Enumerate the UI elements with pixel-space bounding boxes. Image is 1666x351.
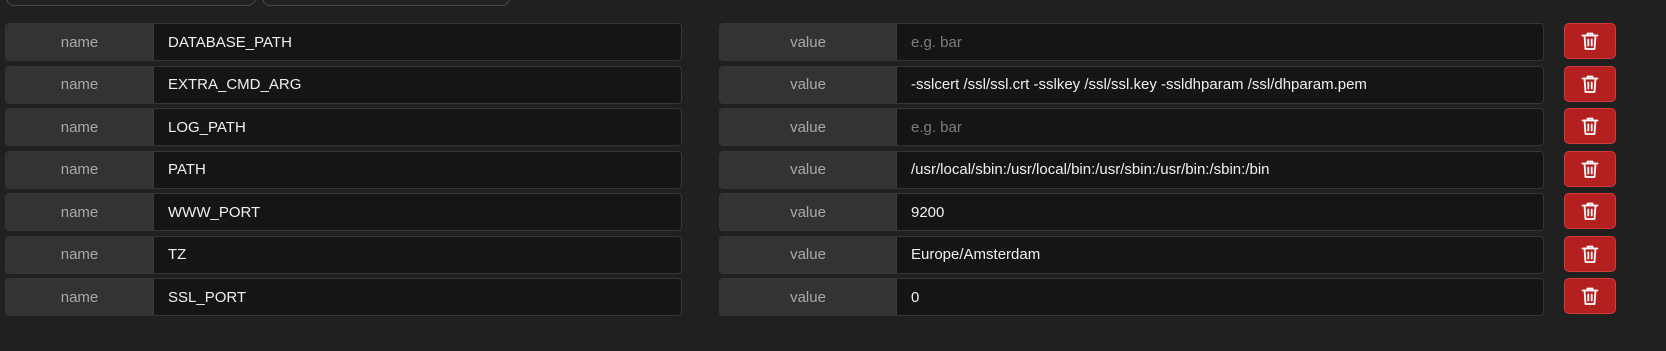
env-variable-row: name value	[5, 193, 1621, 231]
env-variable-row: name value	[5, 278, 1621, 316]
name-addon-label: name	[6, 236, 154, 273]
env-variable-list: name value name value	[5, 23, 1621, 321]
value-addon-label: value	[720, 236, 897, 273]
value-addon-label: value	[720, 109, 897, 145]
value-input[interactable]	[897, 109, 1543, 145]
name-input[interactable]	[154, 194, 681, 230]
value-input[interactable]	[897, 279, 1543, 315]
name-field-group: name	[5, 193, 682, 231]
value-input[interactable]	[897, 194, 1543, 230]
value-input[interactable]	[897, 236, 1543, 273]
delete-button[interactable]	[1564, 278, 1616, 314]
env-variable-row: name value	[5, 150, 1621, 189]
value-input[interactable]	[897, 66, 1543, 103]
value-field-group: value	[719, 23, 1544, 61]
trash-icon	[1581, 116, 1599, 136]
name-input[interactable]	[154, 109, 681, 145]
value-input[interactable]	[897, 24, 1543, 60]
trash-icon	[1581, 201, 1599, 221]
delete-button[interactable]	[1564, 193, 1616, 229]
name-addon-label: name	[6, 279, 154, 315]
name-input[interactable]	[154, 236, 681, 273]
name-field-group: name	[5, 278, 682, 316]
delete-button[interactable]	[1564, 108, 1616, 144]
env-variable-row: name value	[5, 65, 1621, 104]
value-addon-label: value	[720, 194, 897, 230]
value-field-group: value	[719, 65, 1544, 104]
name-addon-label: name	[6, 24, 154, 60]
value-field-group: value	[719, 150, 1544, 189]
name-field-group: name	[5, 23, 682, 61]
delete-button[interactable]	[1564, 65, 1616, 102]
top-button-right[interactable]	[262, 0, 510, 6]
name-addon-label: name	[6, 151, 154, 188]
trash-icon	[1581, 244, 1599, 264]
env-variable-row: name value	[5, 23, 1621, 61]
trash-icon	[1581, 74, 1599, 94]
value-addon-label: value	[720, 24, 897, 60]
trash-icon	[1581, 159, 1599, 179]
name-addon-label: name	[6, 66, 154, 103]
trash-icon	[1581, 286, 1599, 306]
value-field-group: value	[719, 278, 1544, 316]
delete-button[interactable]	[1564, 150, 1616, 187]
value-field-group: value	[719, 235, 1544, 274]
value-addon-label: value	[720, 279, 897, 315]
top-button-left[interactable]	[6, 0, 256, 6]
value-input[interactable]	[897, 151, 1543, 188]
name-field-group: name	[5, 150, 682, 189]
name-input[interactable]	[154, 151, 681, 188]
name-field-group: name	[5, 65, 682, 104]
env-variable-row: name value	[5, 235, 1621, 274]
name-addon-label: name	[6, 109, 154, 145]
trash-icon	[1581, 31, 1599, 51]
name-addon-label: name	[6, 194, 154, 230]
delete-button[interactable]	[1564, 235, 1616, 272]
env-variable-row: name value	[5, 108, 1621, 146]
name-input[interactable]	[154, 279, 681, 315]
name-field-group: name	[5, 235, 682, 274]
value-addon-label: value	[720, 66, 897, 103]
name-input[interactable]	[154, 66, 681, 103]
delete-button[interactable]	[1564, 23, 1616, 59]
name-field-group: name	[5, 108, 682, 146]
value-field-group: value	[719, 193, 1544, 231]
value-addon-label: value	[720, 151, 897, 188]
name-input[interactable]	[154, 24, 681, 60]
value-field-group: value	[719, 108, 1544, 146]
